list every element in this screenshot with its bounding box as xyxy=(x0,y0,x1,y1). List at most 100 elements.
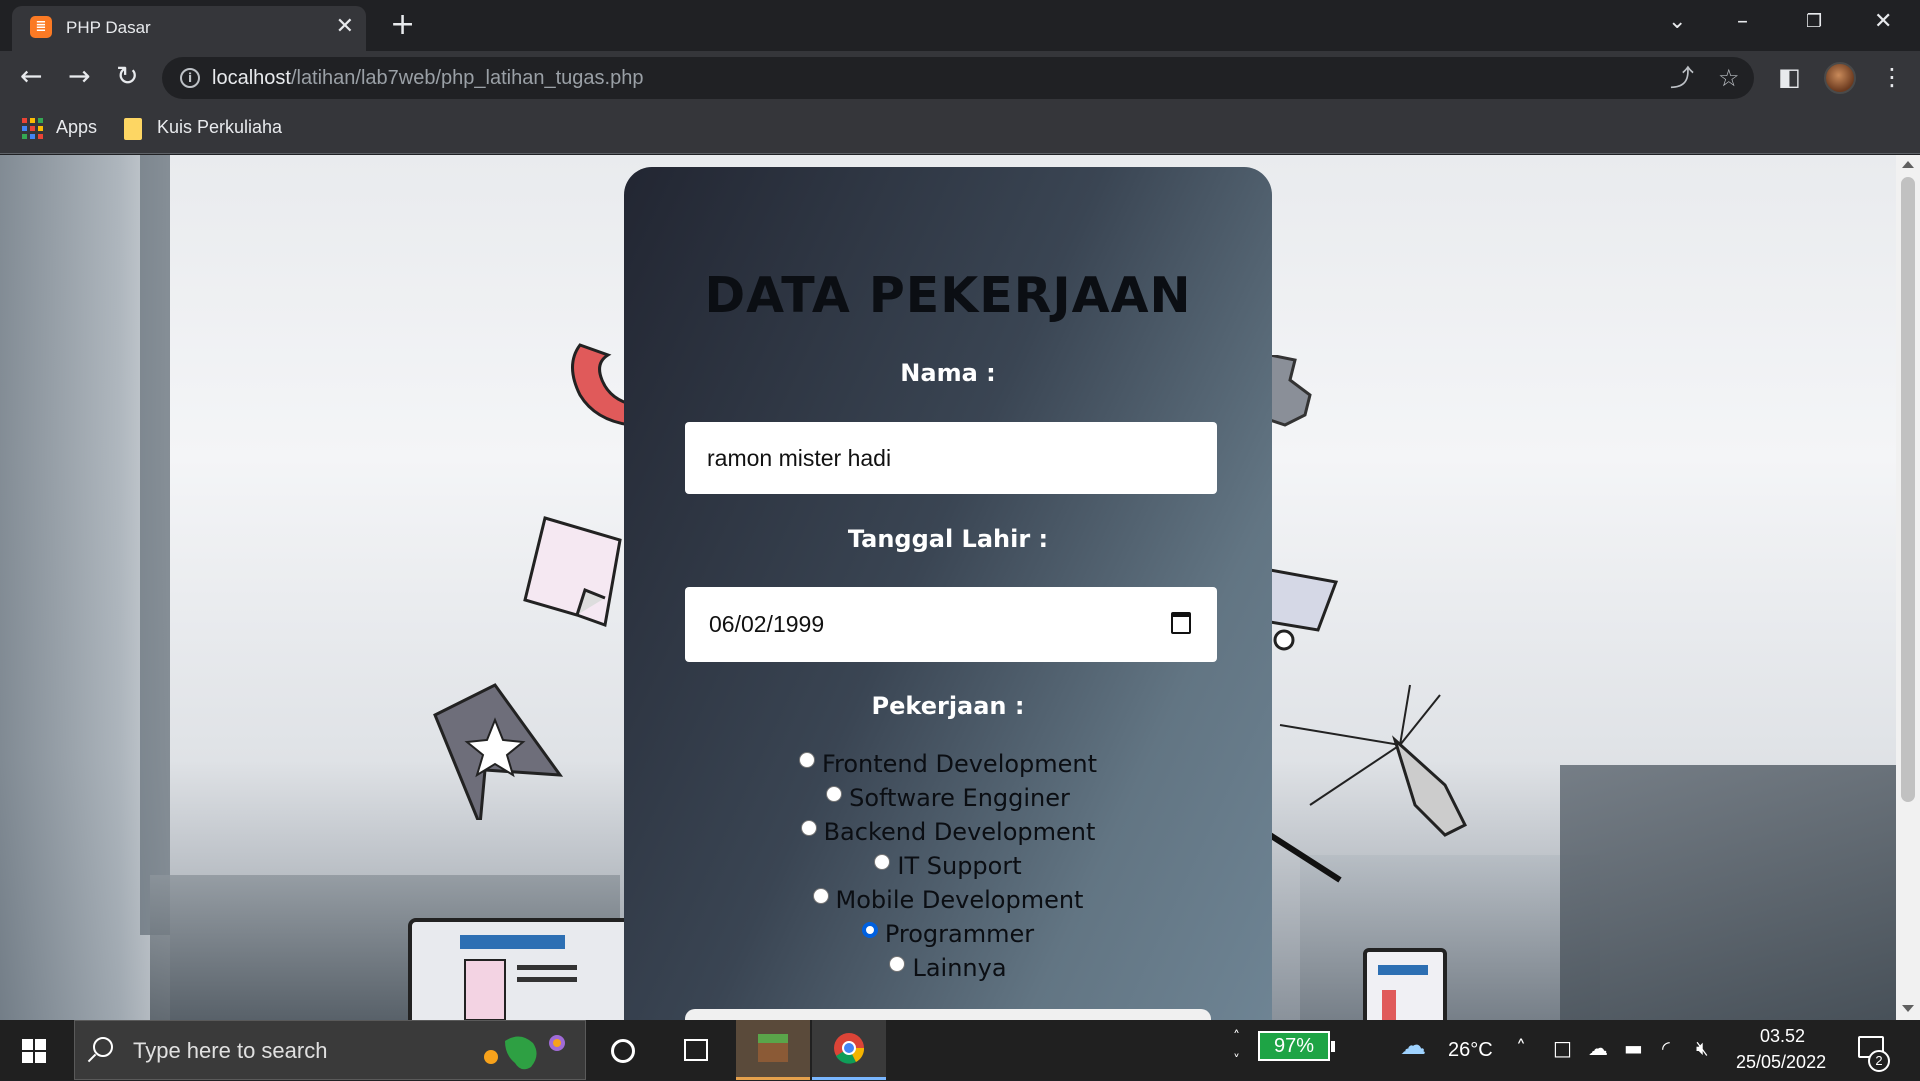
browser-toolbar: ← → ↻ i localhost/latihan/lab7web/php_la… xyxy=(0,51,1920,104)
close-window-button[interactable]: ✕ xyxy=(1874,8,1892,36)
clock-date[interactable]: 25/05/2022 xyxy=(1736,1052,1826,1073)
page-title: DATA PEKERJAAN xyxy=(704,267,1192,324)
radio-label: Software Engginer xyxy=(849,784,1070,812)
meet-now-icon[interactable]: □ xyxy=(1553,1036,1572,1060)
taskbar-search-box[interactable]: Type here to search xyxy=(74,1020,586,1080)
minecraft-icon xyxy=(758,1034,788,1062)
search-placeholder: Type here to search xyxy=(133,1038,328,1063)
task-view-icon[interactable] xyxy=(684,1039,708,1061)
url-path: /latihan/lab7web/php_latihan_tugas.php xyxy=(290,67,644,89)
nama-input[interactable] xyxy=(685,422,1217,494)
search-highlight-art-icon xyxy=(484,1035,565,1070)
radio-button[interactable] xyxy=(800,820,817,836)
site-info-icon[interactable]: i xyxy=(180,68,200,88)
forward-button[interactable]: → xyxy=(68,61,91,93)
share-icon[interactable]: ⤴ xyxy=(1670,64,1694,92)
pekerjaan-label: Pekerjaan : xyxy=(871,692,1025,720)
radio-label: Backend Development xyxy=(823,818,1096,846)
bookmark-star-icon[interactable]: ☆ xyxy=(1718,64,1740,92)
background-pillar xyxy=(140,155,170,935)
tanggal-lahir-input[interactable]: 06/02/1999 xyxy=(685,587,1217,662)
star-badge-doodle-icon xyxy=(433,683,564,820)
browser-tab[interactable]: ≣ PHP Dasar ✕ xyxy=(12,6,366,51)
restore-button[interactable]: ❐ xyxy=(1806,8,1822,36)
wifi-icon[interactable]: ◜ xyxy=(1662,1036,1670,1060)
form-card: DATA PEKERJAAN Nama : Tanggal Lahir : 06… xyxy=(624,167,1272,1020)
monitor-doodle-icon xyxy=(408,918,632,1020)
menu-icon[interactable]: ⋮ xyxy=(1880,63,1904,91)
tab-strip: ≣ PHP Dasar ✕ + ⌄ – ❐ ✕ xyxy=(0,0,1920,51)
battery-indicator[interactable]: 97% xyxy=(1258,1031,1335,1061)
scroll-thumb[interactable] xyxy=(1901,177,1915,802)
search-icon xyxy=(93,1037,113,1057)
pekerjaan-radio-group: Frontend Development Software Engginer B… xyxy=(624,747,1272,985)
tab-title: PHP Dasar xyxy=(66,18,151,37)
weather-cloud-icon[interactable]: ☁ xyxy=(1400,1033,1426,1059)
nama-label: Nama : xyxy=(900,359,996,387)
new-tab-button[interactable]: + xyxy=(390,8,415,42)
scroll-up-arrow-icon[interactable] xyxy=(1902,161,1914,168)
tray-overflow-icon[interactable]: ˄ ˅ xyxy=(1233,1025,1240,1073)
tanggal-lahir-label: Tanggal Lahir : xyxy=(847,525,1049,553)
bookmark-apps[interactable]: Apps xyxy=(56,117,97,138)
radio-label: Programmer xyxy=(884,920,1035,948)
taskbar-app-chrome[interactable] xyxy=(812,1020,886,1080)
document-doodle-icon xyxy=(1363,948,1447,1020)
show-hidden-icons-icon[interactable]: ˄ xyxy=(1516,1036,1526,1060)
windows-taskbar: Type here to search ˄ ˅ 97% ☁ 26°C ˄ □ ☁ … xyxy=(0,1020,1920,1080)
sticky-note-doodle-icon xyxy=(523,516,622,628)
radio-button-selected[interactable] xyxy=(861,922,878,938)
temperature[interactable]: 26°C xyxy=(1448,1039,1493,1062)
gear-doodle-icon xyxy=(1268,355,1312,427)
page-viewport: DATA PEKERJAAN Nama : Tanggal Lahir : 06… xyxy=(0,155,1920,1020)
calendar-icon[interactable] xyxy=(1171,612,1191,634)
graduation-cap-doodle-icon xyxy=(1268,568,1339,651)
radio-button[interactable] xyxy=(826,786,843,802)
radio-label: IT Support xyxy=(897,852,1022,880)
background-building xyxy=(1560,765,1920,1020)
notification-count-badge: 2 xyxy=(1868,1050,1890,1072)
radio-option-software-engginer[interactable]: Software Engginer xyxy=(624,781,1272,815)
clock-time[interactable]: 03.52 xyxy=(1760,1026,1805,1047)
windows-start-icon[interactable] xyxy=(22,1039,46,1063)
scroll-down-arrow-icon[interactable] xyxy=(1902,1005,1914,1012)
side-panel-icon[interactable]: ◧ xyxy=(1778,63,1801,91)
bookmark-kuis-perkuliaha[interactable]: Kuis Perkuliaha xyxy=(157,117,282,138)
vertical-scrollbar[interactable] xyxy=(1896,155,1920,1020)
xampp-icon: ≣ xyxy=(30,16,52,38)
radio-button[interactable] xyxy=(889,956,906,972)
taskbar-app-minecraft[interactable] xyxy=(736,1020,810,1080)
cortana-icon[interactable] xyxy=(611,1039,635,1063)
tab-search-icon[interactable]: ⌄ xyxy=(1668,8,1686,36)
chrome-icon xyxy=(834,1033,865,1064)
radio-label: Frontend Development xyxy=(821,750,1098,778)
volume-muted-icon[interactable]: 🔇︎ xyxy=(1696,1036,1709,1060)
radio-option-mobile[interactable]: Mobile Development xyxy=(624,883,1272,917)
bookmarks-bar: Apps Kuis Perkuliaha xyxy=(0,104,1920,154)
radio-option-frontend[interactable]: Frontend Development xyxy=(624,747,1272,781)
close-tab-icon[interactable]: ✕ xyxy=(336,14,354,40)
apps-grid-icon[interactable] xyxy=(22,118,43,139)
radio-option-it-support[interactable]: IT Support xyxy=(624,849,1272,883)
radio-option-lainnya[interactable]: Lainnya xyxy=(624,951,1272,985)
radio-option-programmer[interactable]: Programmer xyxy=(624,917,1272,951)
date-value: 06/02/1999 xyxy=(709,611,825,637)
url-host: localhost xyxy=(212,67,291,89)
radio-button[interactable] xyxy=(812,888,829,904)
radio-option-backend[interactable]: Backend Development xyxy=(624,815,1272,849)
radio-label: Mobile Development xyxy=(835,886,1084,914)
radio-button[interactable] xyxy=(874,854,891,870)
onedrive-icon[interactable]: ☁ xyxy=(1588,1036,1608,1060)
radio-label: Lainnya xyxy=(912,954,1007,982)
profile-avatar[interactable] xyxy=(1824,62,1856,94)
radio-button[interactable] xyxy=(798,752,815,768)
submit-button[interactable] xyxy=(685,1009,1211,1020)
minimize-button[interactable]: – xyxy=(1737,8,1748,36)
battery-icon[interactable]: ▬ xyxy=(1624,1036,1643,1060)
folder-icon xyxy=(124,118,142,140)
pen-tool-doodle-icon xyxy=(1270,684,1468,883)
reload-button[interactable]: ↻ xyxy=(116,61,139,93)
back-button[interactable]: ← xyxy=(20,61,43,93)
url-text[interactable]: localhost/latihan/lab7web/php_latihan_tu… xyxy=(212,67,643,90)
address-bar[interactable]: i localhost/latihan/lab7web/php_latihan_… xyxy=(162,57,1754,99)
